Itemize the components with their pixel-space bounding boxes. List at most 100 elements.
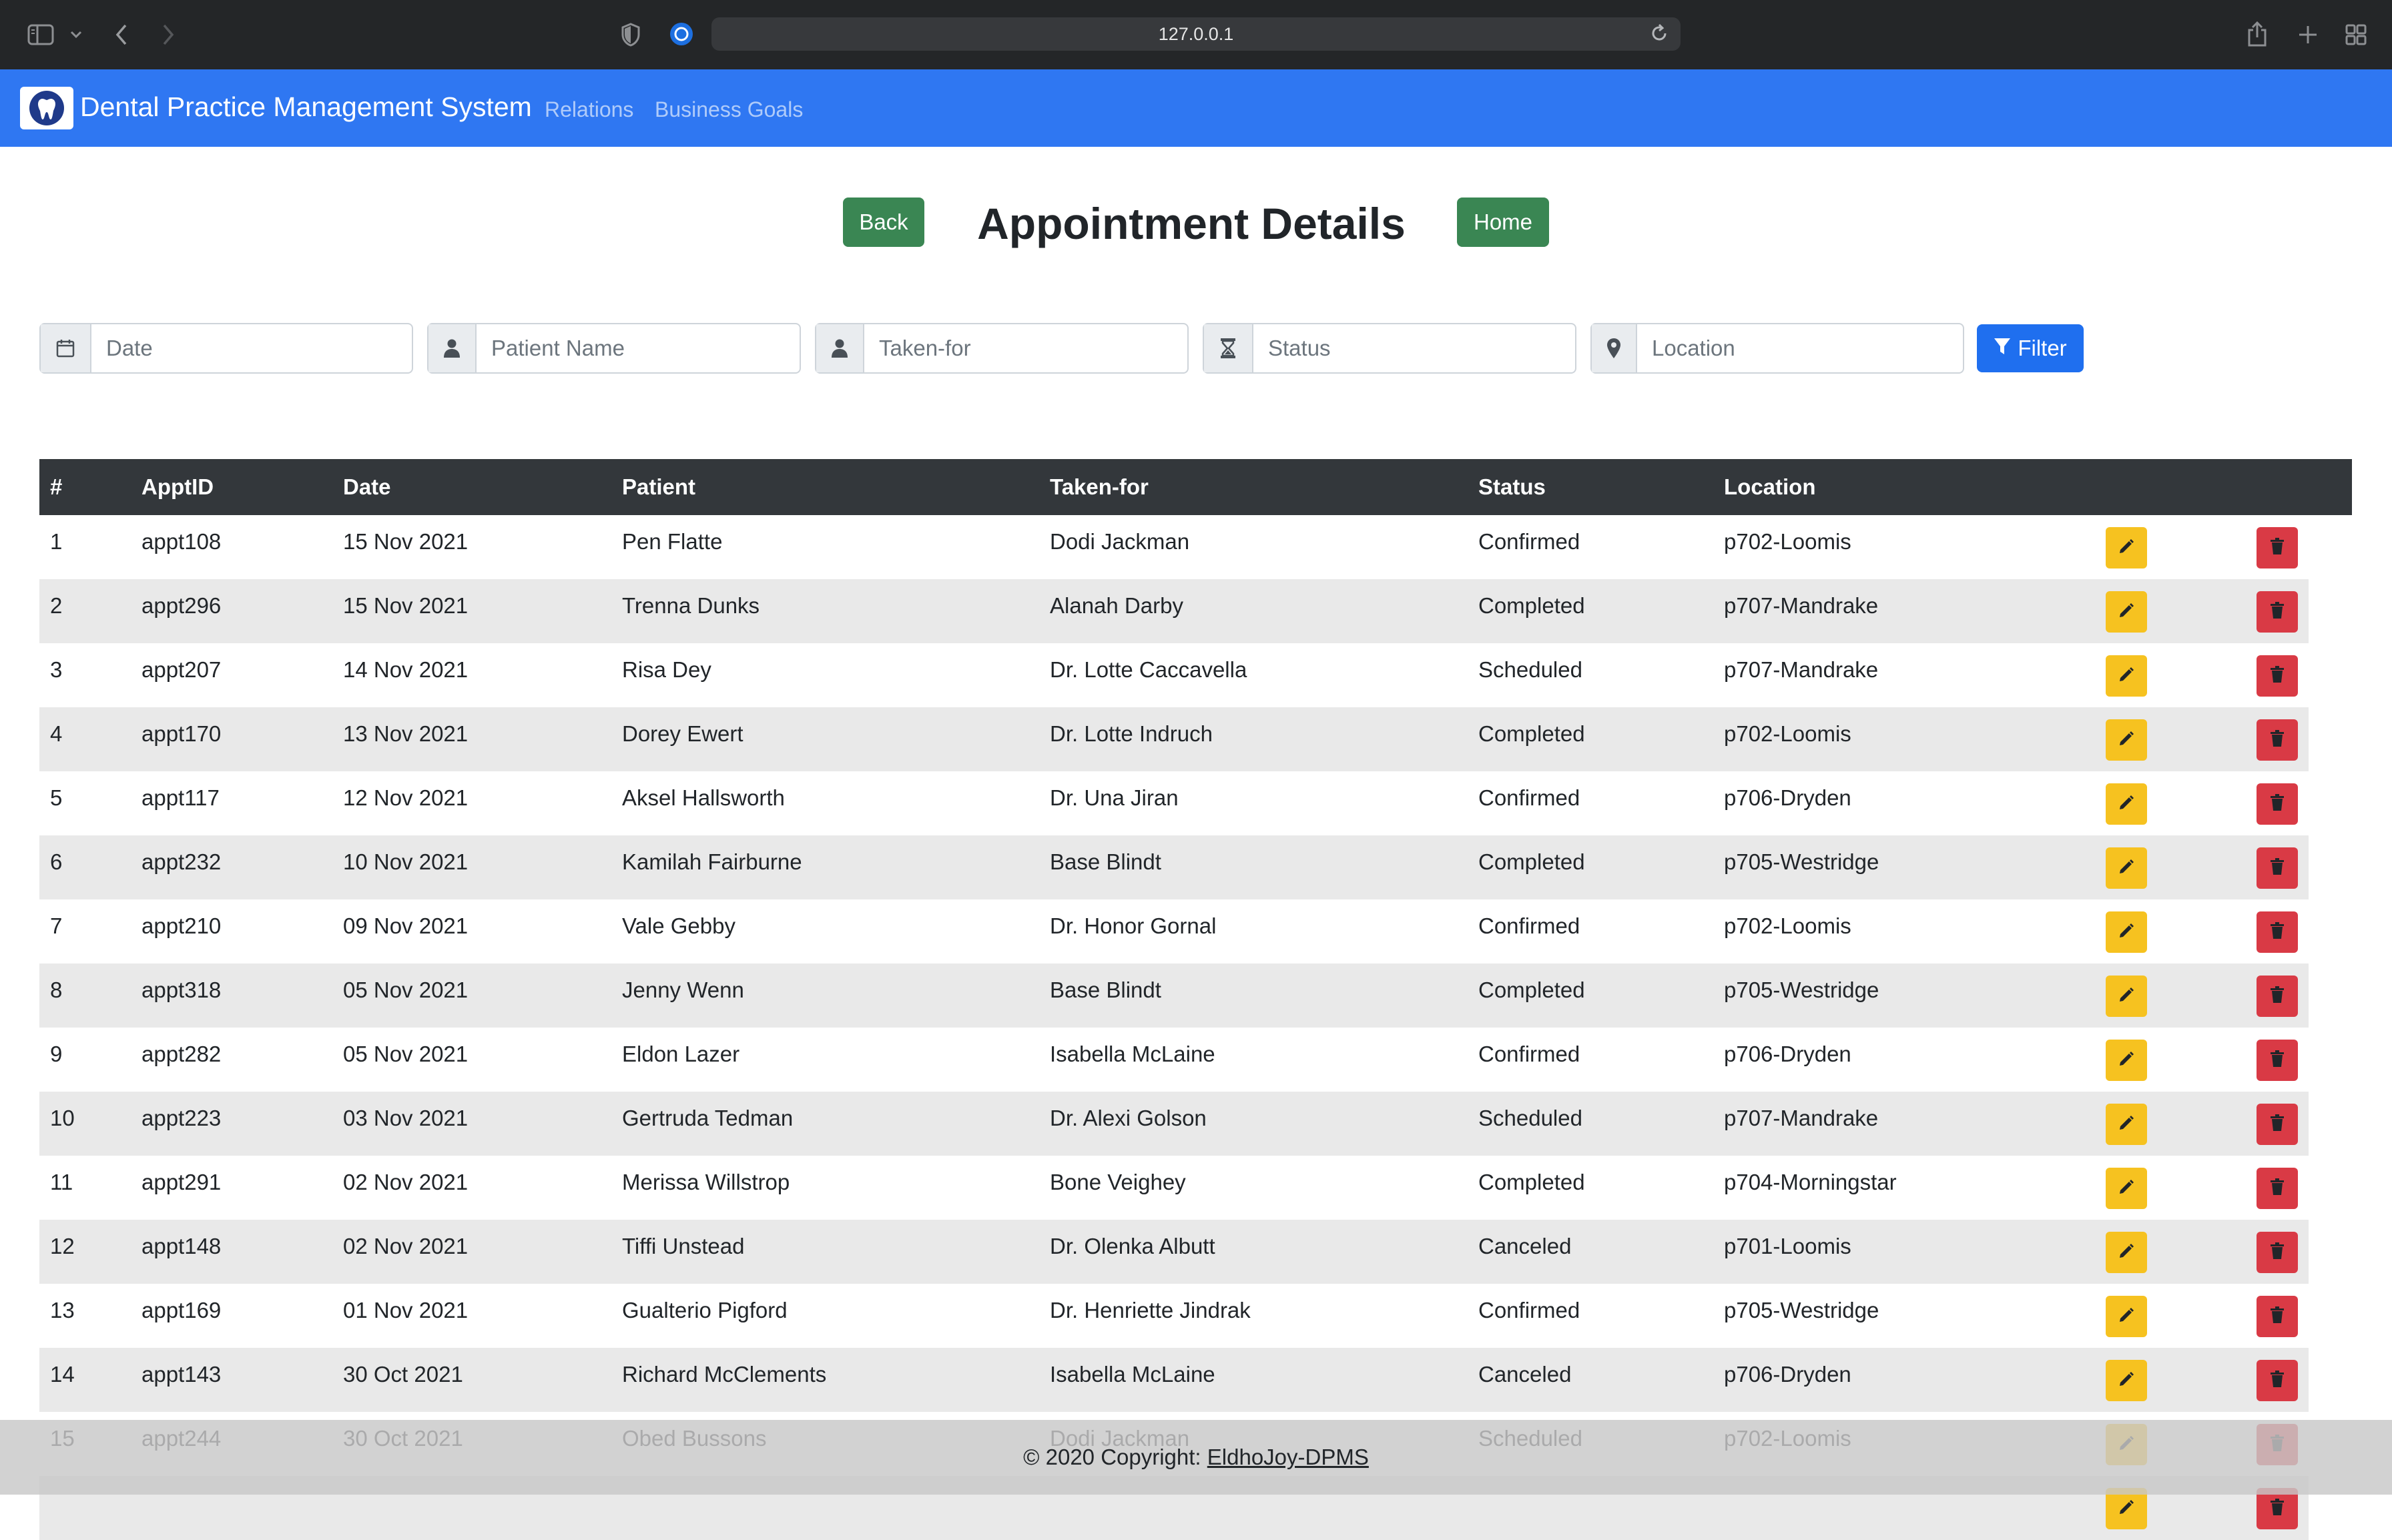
location-filter-input[interactable] <box>1637 324 1963 372</box>
edit-button[interactable] <box>2106 1040 2147 1081</box>
cell-date: 05 Nov 2021 <box>343 978 469 1002</box>
delete-button[interactable] <box>2257 1168 2298 1209</box>
edit-button[interactable] <box>2106 1168 2147 1209</box>
edit-button[interactable] <box>2106 591 2147 633</box>
pencil-icon <box>2118 535 2135 560</box>
edit-button[interactable] <box>2106 783 2147 825</box>
delete-button[interactable] <box>2257 719 2298 761</box>
cell-status: Confirmed <box>1478 529 1580 554</box>
table-row: 3 appt207 14 Nov 2021 Risa Dey Dr. Lotte Cac… <box>39 643 2309 707</box>
delete-button[interactable] <box>2257 783 2298 825</box>
delete-button[interactable] <box>2257 1104 2298 1145</box>
trash-icon <box>2270 1496 2285 1521</box>
cell-status: Completed <box>1478 1170 1585 1194</box>
cell-number: 11 <box>50 1170 73 1194</box>
filter-button[interactable]: Filter <box>1977 324 2084 372</box>
tab-overview-icon[interactable] <box>2343 21 2369 48</box>
edit-button[interactable] <box>2106 847 2147 889</box>
delete-button[interactable] <box>2257 976 2298 1017</box>
reload-icon[interactable] <box>1649 23 1670 49</box>
cell-status: Completed <box>1478 593 1585 618</box>
table-row: 14 appt143 30 Oct 2021 Richard McClements Is… <box>39 1348 2309 1412</box>
edit-button[interactable] <box>2106 1232 2147 1273</box>
cell-takenfor: Dr. Olenka Albutt <box>1050 1234 1215 1258</box>
address-bar[interactable]: 127.0.0.1 <box>711 17 1681 51</box>
cell-apptid: appt318 <box>141 978 222 1002</box>
cell-patient: Gualterio Pigford <box>622 1298 788 1322</box>
sidebar-toggle-icon[interactable] <box>25 21 56 48</box>
cell-apptid: appt143 <box>141 1362 222 1387</box>
back-button[interactable]: Back <box>843 198 924 247</box>
edit-button[interactable] <box>2106 527 2147 568</box>
privacy-shield-icon[interactable] <box>619 21 642 48</box>
share-icon[interactable] <box>2244 19 2271 49</box>
cell-location: p705-Westridge <box>1724 849 1879 874</box>
trash-icon <box>2270 1176 2285 1201</box>
cell-patient: Richard McClements <box>622 1362 827 1387</box>
delete-button[interactable] <box>2257 655 2298 697</box>
brand-title[interactable]: Dental Practice Management System <box>80 89 532 124</box>
edit-button[interactable] <box>2106 911 2147 953</box>
pencil-icon <box>2118 727 2135 753</box>
table-row: 5 appt117 12 Nov 2021 Aksel Hallsworth Dr. U… <box>39 771 2309 835</box>
cell-apptid: appt210 <box>141 913 222 938</box>
cell-location: p701-Loomis <box>1724 1234 1851 1258</box>
back-arrow-icon[interactable] <box>111 20 132 49</box>
cell-date: 13 Nov 2021 <box>343 721 469 746</box>
trash-icon <box>2270 919 2285 945</box>
edit-button[interactable] <box>2106 655 2147 697</box>
delete-button[interactable] <box>2257 1040 2298 1081</box>
nav-link-relations[interactable]: Relations <box>545 96 633 123</box>
table-row: 13 appt169 01 Nov 2021 Gualterio Pigford Dr.… <box>39 1284 2309 1348</box>
cell-patient: Kamilah Fairburne <box>622 849 802 874</box>
tooth-logo-icon[interactable] <box>20 87 73 129</box>
map-marker-icon <box>1592 324 1637 372</box>
delete-button[interactable] <box>2257 1232 2298 1273</box>
delete-button[interactable] <box>2257 847 2298 889</box>
status-filter-input[interactable] <box>1253 324 1575 372</box>
cell-location: p702-Loomis <box>1724 529 1851 554</box>
forward-arrow-icon[interactable] <box>158 20 179 49</box>
table-row: 8 appt318 05 Nov 2021 Jenny Wenn Base Blindt… <box>39 964 2309 1028</box>
trash-icon <box>2270 984 2285 1009</box>
cell-number: 3 <box>50 657 63 682</box>
edit-button[interactable] <box>2106 1296 2147 1337</box>
edit-button[interactable] <box>2106 719 2147 761</box>
edit-button[interactable] <box>2106 976 2147 1017</box>
patient-name-filter-input[interactable] <box>477 324 800 372</box>
delete-button[interactable] <box>2257 591 2298 633</box>
cell-status: Completed <box>1478 721 1585 746</box>
pencil-icon <box>2118 984 2135 1009</box>
cell-apptid: appt169 <box>141 1298 222 1322</box>
date-filter-input[interactable] <box>91 324 412 372</box>
extension-icon[interactable] <box>667 20 695 48</box>
pencil-icon <box>2118 855 2135 881</box>
edit-button[interactable] <box>2106 1104 2147 1145</box>
cell-apptid: appt232 <box>141 849 222 874</box>
cell-takenfor: Dr. Lotte Indruch <box>1050 721 1213 746</box>
copyright-link[interactable]: EldhoJoy-DPMS <box>1207 1445 1369 1469</box>
home-button[interactable]: Home <box>1457 198 1549 247</box>
cell-number: 6 <box>50 849 63 874</box>
delete-button[interactable] <box>2257 1296 2298 1337</box>
new-tab-icon[interactable] <box>2295 21 2321 48</box>
nav-link-business-goals[interactable]: Business Goals <box>655 96 803 123</box>
cell-status: Canceled <box>1478 1362 1572 1387</box>
pencil-icon <box>2118 1368 2135 1393</box>
cell-location: p707-Mandrake <box>1724 593 1879 618</box>
cell-apptid: appt291 <box>141 1170 222 1194</box>
location-filter-group <box>1590 323 1964 374</box>
trash-icon <box>2270 599 2285 625</box>
column-header-patient: Patient <box>622 474 696 499</box>
delete-button[interactable] <box>2257 911 2298 953</box>
delete-button[interactable] <box>2257 527 2298 568</box>
edit-button[interactable] <box>2106 1360 2147 1401</box>
takenfor-filter-input[interactable] <box>864 324 1187 372</box>
cell-location: p706-Dryden <box>1724 1362 1851 1387</box>
cell-date: 09 Nov 2021 <box>343 913 469 938</box>
cell-number: 5 <box>50 785 63 810</box>
cell-date: 01 Nov 2021 <box>343 1298 469 1322</box>
cell-location: p707-Mandrake <box>1724 1106 1879 1130</box>
chevron-down-icon[interactable] <box>67 25 85 44</box>
delete-button[interactable] <box>2257 1360 2298 1401</box>
